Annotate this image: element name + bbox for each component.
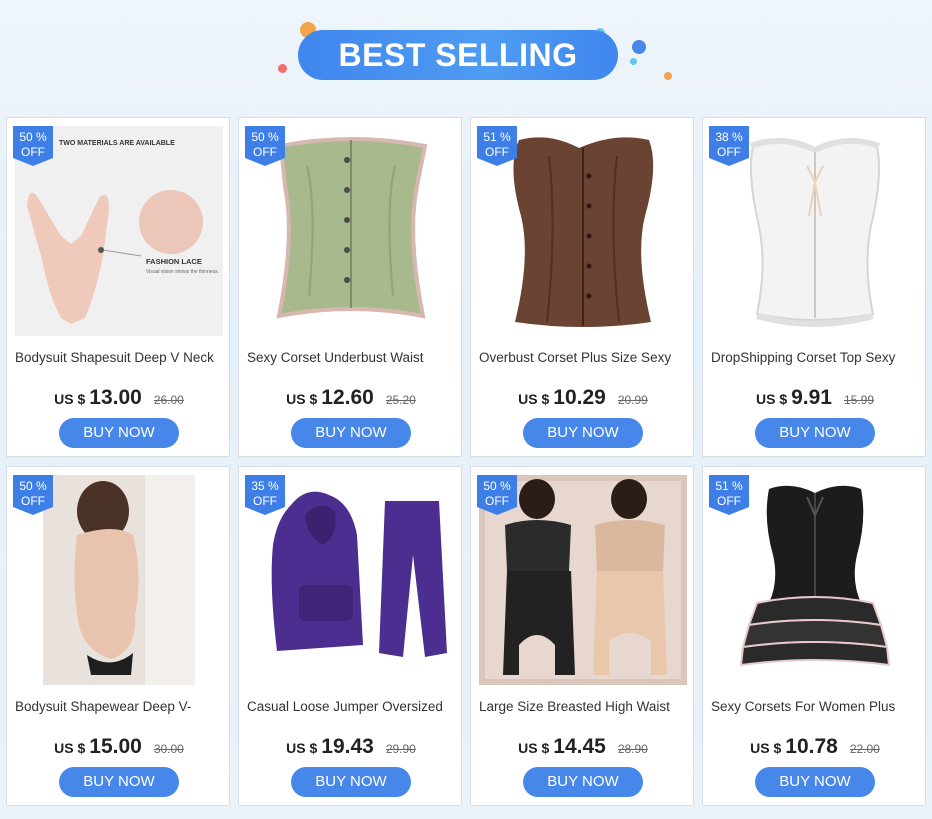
decor-dot xyxy=(630,58,637,65)
discount-off: OFF xyxy=(485,145,509,159)
original-price: 15.99 xyxy=(843,393,875,407)
product-title[interactable]: Casual Loose Jumper Oversized xyxy=(247,699,457,714)
discount-percent: 35 % xyxy=(251,479,279,493)
original-price: 20.99 xyxy=(617,393,648,407)
buy-now-button[interactable]: BUY NOW xyxy=(755,418,875,448)
discount-percent: 51 % xyxy=(483,130,511,144)
product-card[interactable]: 50 % OFF Bodysuit Shapewear Deep V- US $… xyxy=(6,466,230,806)
price: 9.91 xyxy=(791,386,832,409)
banner-title: BEST SELLING xyxy=(298,30,618,80)
discount-percent: 50 % xyxy=(251,130,279,144)
best-selling-banner: BEST SELLING xyxy=(270,14,672,94)
product-title[interactable]: Sexy Corset Underbust Waist xyxy=(247,350,457,365)
product-card[interactable]: 50 % OFF Large Size Breasted High Waist … xyxy=(470,466,694,806)
currency: US $ xyxy=(518,391,550,407)
image-sublabel: Visual vision shows the thinness. xyxy=(146,269,219,275)
buy-now-button[interactable]: BUY NOW xyxy=(523,418,643,448)
product-title[interactable]: Overbust Corset Plus Size Sexy xyxy=(479,350,689,365)
discount-off: OFF xyxy=(21,494,45,508)
discount-percent: 51 % xyxy=(715,479,743,493)
discount-off: OFF xyxy=(485,494,509,508)
discount-off: OFF xyxy=(253,494,277,508)
buy-now-button[interactable]: BUY NOW xyxy=(59,418,179,448)
image-label: FASHION LACE xyxy=(146,257,202,266)
discount-badge: 50 % OFF xyxy=(13,475,53,515)
discount-badge: 35 % OFF xyxy=(245,475,285,515)
discount-off: OFF xyxy=(717,145,741,159)
decor-dot xyxy=(632,40,646,54)
discount-badge: 51 % OFF xyxy=(477,126,517,166)
original-price: 22.00 xyxy=(849,742,880,756)
price: 10.29 xyxy=(553,386,606,409)
original-price: 26.00 xyxy=(153,393,184,407)
original-price: 29.90 xyxy=(385,742,416,756)
product-title[interactable]: Bodysuit Shapewear Deep V- xyxy=(15,699,225,714)
product-title[interactable]: Sexy Corsets For Women Plus xyxy=(711,699,921,714)
image-caption: TWO MATERIALS ARE AVAILABLE xyxy=(59,140,175,147)
currency: US $ xyxy=(755,391,788,407)
price-row: US $15.00 30.00 xyxy=(7,735,231,759)
price-row: US $10.29 20.99 xyxy=(471,386,695,410)
buy-now-button[interactable]: BUY NOW xyxy=(523,767,643,797)
decor-dot xyxy=(664,72,672,80)
price-row: US $9.91 15.99 xyxy=(703,386,927,410)
discount-badge: 38 % OFF xyxy=(709,126,749,166)
discount-percent: 50 % xyxy=(19,130,47,144)
currency: US $ xyxy=(54,391,86,407)
discount-percent: 38 % xyxy=(715,130,743,144)
price: 14.45 xyxy=(553,735,606,758)
discount-off: OFF xyxy=(717,494,741,508)
price-row: US $14.45 28.90 xyxy=(471,735,695,759)
original-price: 25.20 xyxy=(385,393,416,407)
product-title[interactable]: Large Size Breasted High Waist xyxy=(479,699,689,714)
price: 13.00 xyxy=(89,386,142,409)
decor-dot xyxy=(278,64,287,73)
price: 15.00 xyxy=(89,735,142,758)
discount-badge: 50 % OFF xyxy=(13,126,53,166)
price-row: US $10.78 22.00 xyxy=(703,735,927,759)
currency: US $ xyxy=(286,740,318,756)
product-card[interactable]: TWO MATERIALS ARE AVAILABLE FASHION LACE… xyxy=(6,117,230,457)
product-card[interactable]: 51 % OFF Overbust Corset Plus Size Sexy … xyxy=(470,117,694,457)
original-price: 30.00 xyxy=(153,742,184,756)
product-title[interactable]: Bodysuit Shapesuit Deep V Neck xyxy=(15,350,225,365)
buy-now-button[interactable]: BUY NOW xyxy=(755,767,875,797)
product-card[interactable]: 50 % OFF Sexy Corset Underbust Waist US … xyxy=(238,117,462,457)
discount-off: OFF xyxy=(21,145,45,159)
currency: US $ xyxy=(518,740,550,756)
product-card[interactable]: 51 % OFF Sexy Corsets For Women Plus US … xyxy=(702,466,926,806)
product-title[interactable]: DropShipping Corset Top Sexy xyxy=(711,350,921,365)
currency: US $ xyxy=(750,740,782,756)
price: 12.60 xyxy=(321,386,374,409)
price-row: US $19.43 29.90 xyxy=(239,735,463,759)
discount-percent: 50 % xyxy=(19,479,47,493)
discount-badge: 51 % OFF xyxy=(709,475,749,515)
price: 10.78 xyxy=(785,735,838,758)
currency: US $ xyxy=(286,391,318,407)
buy-now-button[interactable]: BUY NOW xyxy=(291,418,411,448)
product-card[interactable]: 35 % OFF Casual Loose Jumper Oversized U… xyxy=(238,466,462,806)
price-row: US $12.60 25.20 xyxy=(239,386,463,410)
currency: US $ xyxy=(54,740,86,756)
buy-now-button[interactable]: BUY NOW xyxy=(59,767,179,797)
discount-badge: 50 % OFF xyxy=(477,475,517,515)
discount-off: OFF xyxy=(253,145,277,159)
discount-badge: 50 % OFF xyxy=(245,126,285,166)
original-price: 28.90 xyxy=(617,742,648,756)
price: 19.43 xyxy=(321,735,374,758)
discount-percent: 50 % xyxy=(483,479,511,493)
buy-now-button[interactable]: BUY NOW xyxy=(291,767,411,797)
price-row: US $13.00 26.00 xyxy=(7,386,231,410)
product-card[interactable]: 38 % OFF DropShipping Corset Top Sexy US… xyxy=(702,117,926,457)
